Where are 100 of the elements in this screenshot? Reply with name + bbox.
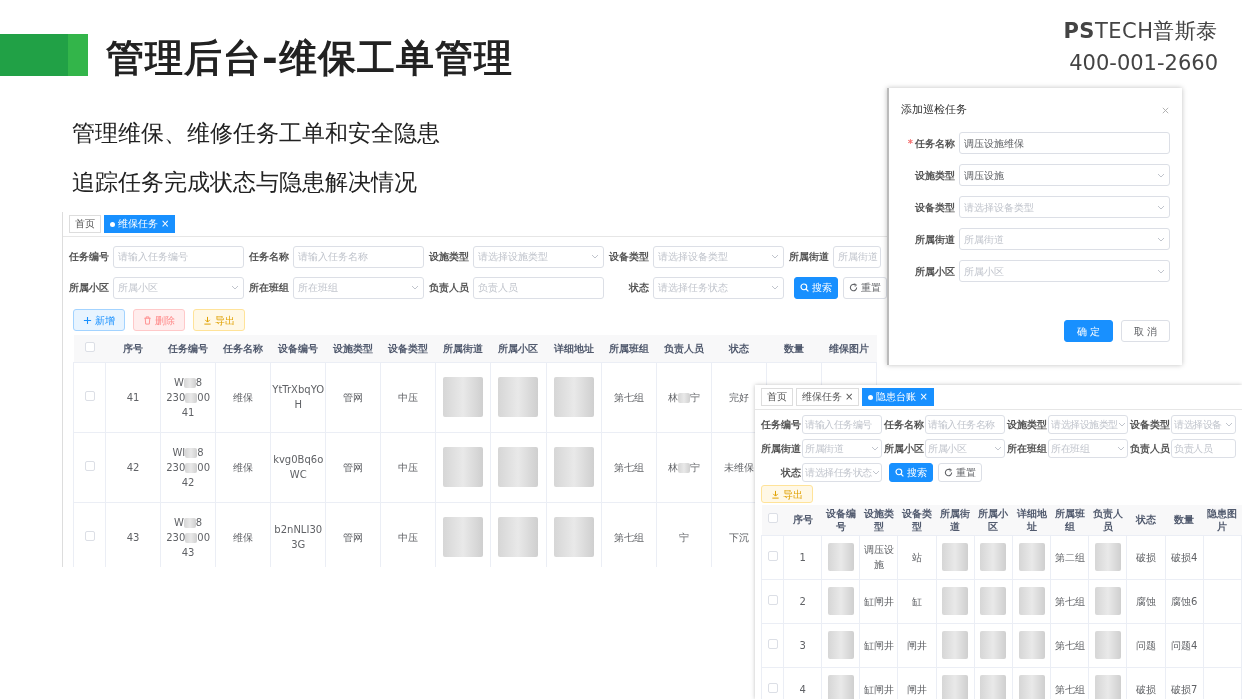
table-cell: 第七组 (613, 531, 644, 543)
caret-icon (591, 254, 599, 259)
search-icon (895, 467, 904, 477)
column-header: 详细地址 (1016, 507, 1047, 532)
phone-number: 400-001-2660 (1068, 49, 1218, 77)
table-cell: W (173, 516, 184, 528)
table-cell: 站 (912, 551, 923, 563)
caret-icon (1157, 236, 1165, 242)
input-field[interactable]: 调压设施维保 (959, 132, 1170, 154)
table-cell: 宁 (689, 391, 700, 403)
search-button[interactable]: 搜索 (794, 276, 838, 299)
table-cell: 宁 (678, 531, 689, 543)
column-header: 数量 (783, 342, 804, 354)
checkbox[interactable] (767, 638, 778, 649)
table-cell: 第七组 (1054, 595, 1085, 607)
column-header: 所属班组 (1054, 507, 1085, 532)
table-cell: W (173, 376, 184, 388)
blurred-block (185, 392, 198, 403)
add-button[interactable]: 新增 (73, 309, 125, 331)
export-button[interactable]: 导出 (193, 309, 245, 331)
checkbox[interactable] (84, 460, 95, 471)
table-cell: 43 (181, 546, 195, 558)
trash-icon (143, 315, 152, 325)
caret-icon (1117, 445, 1125, 451)
checkbox[interactable] (767, 594, 778, 605)
checkbox[interactable] (84, 530, 95, 541)
table-cell: 第七组 (613, 461, 644, 473)
blurred-block (185, 462, 198, 473)
table-cell: 管网 (343, 391, 364, 403)
download-icon (203, 315, 212, 325)
blurred-block (183, 377, 196, 388)
table-cell: 林 (667, 391, 678, 403)
table-cell: 破损 (1136, 683, 1156, 695)
table-cell: 第七组 (1054, 683, 1085, 695)
search-button[interactable]: 搜索 (889, 462, 933, 482)
tab[interactable]: 维保任务 × (796, 388, 860, 406)
column-header: 详细地址 (553, 342, 594, 354)
caret-icon (871, 445, 879, 451)
table-cell: 3 (799, 639, 806, 651)
close-icon (1161, 105, 1170, 115)
caret-icon (1157, 268, 1165, 274)
table-cell: 宁 (689, 461, 700, 473)
table-cell: 230 (166, 531, 186, 543)
table-cell: 闸井 (907, 639, 928, 651)
table-cell: kvg0Bq6oWC (273, 454, 324, 480)
table-cell: 缸闸井 (863, 683, 894, 695)
field-label: 所属街道 (761, 441, 802, 456)
table-cell: 00 (197, 461, 210, 473)
caret-icon (1157, 204, 1165, 210)
column-header: 所属小区 (978, 507, 1009, 532)
tab[interactable]: 隐患台账 × (862, 388, 934, 406)
column-header: 状态 (1136, 514, 1156, 526)
field-label: 所在班组 (249, 281, 290, 295)
delete-button[interactable]: 删除 (133, 309, 185, 331)
caret-icon (231, 285, 239, 290)
cancel-button[interactable]: 取 消 (1120, 320, 1170, 342)
caret-icon (411, 285, 419, 290)
confirm-button[interactable]: 确 定 (1063, 320, 1113, 342)
field-label: 所属小区 (884, 441, 925, 456)
table-cell: 缸闸井 (863, 639, 894, 651)
table-cell: 2 (799, 595, 806, 607)
table-cell: 中压 (398, 461, 419, 473)
field-label: 设施类型 (429, 250, 470, 264)
select-field[interactable]: 调压设施 (959, 164, 1170, 186)
slide-title: 管理后台-维保工单管理 (106, 35, 513, 82)
table-cell: 00 (197, 531, 210, 543)
table-cell: 00 (197, 391, 210, 403)
table-cell: 闸井 (907, 683, 928, 695)
field-label: 所在班组 (1007, 441, 1048, 456)
table-cell: YtTrXbqYOH (272, 384, 325, 410)
checkbox[interactable] (84, 390, 95, 401)
blurred-block (183, 517, 196, 528)
table-cell: 8 (195, 516, 203, 528)
reset-button[interactable]: 重置 (938, 462, 982, 482)
export-button[interactable]: 导出 (761, 485, 813, 503)
checkbox[interactable] (767, 682, 778, 693)
subtitle-text: 追踪任务完成状态与隐患解决情况 (72, 167, 418, 197)
field-label: 任务编号 (69, 250, 110, 264)
caret-icon (771, 285, 779, 290)
tab[interactable]: 首页 (761, 388, 793, 406)
column-header: 设备编号 (825, 507, 856, 532)
column-header: 负责人员 (663, 342, 704, 354)
reset-button[interactable]: 重置 (843, 276, 887, 299)
logo-text: PSTECH普斯泰 (1063, 18, 1218, 45)
table-cell: 维保 (233, 461, 254, 473)
blurred-block (185, 447, 198, 458)
column-header: 所属街道 (443, 342, 484, 354)
checkbox[interactable] (767, 550, 778, 561)
table-cell: 腐蚀6 (1170, 595, 1198, 607)
checkbox[interactable] (84, 341, 95, 352)
field-label: 所属街道 (914, 232, 956, 247)
search-icon (800, 283, 809, 292)
column-header: 序号 (123, 342, 144, 354)
table-cell: WI (172, 446, 186, 458)
table-cell: 缸 (912, 595, 923, 607)
table-cell: 230 (166, 461, 186, 473)
tab[interactable]: 维保任务 × (104, 215, 176, 233)
checkbox[interactable] (767, 513, 778, 524)
table-cell: 林 (667, 461, 678, 473)
tab[interactable]: 首页 (69, 215, 101, 233)
